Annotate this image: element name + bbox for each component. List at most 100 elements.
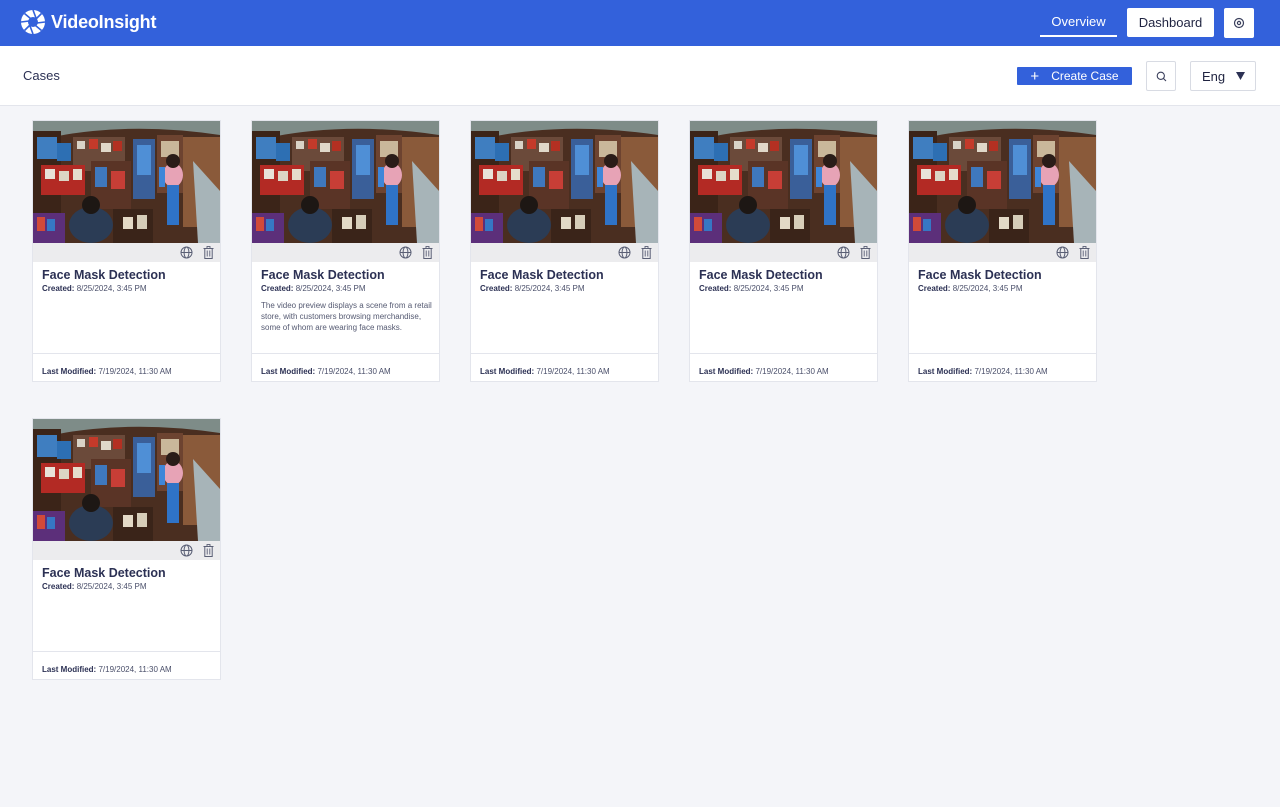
created-date: Created: 8/25/2024, 3:45 PM: [261, 284, 366, 293]
created-value: 8/25/2024, 3:45 PM: [514, 284, 585, 293]
card-actions: [909, 243, 1096, 262]
case-description: The video preview displays a scene from …: [261, 301, 432, 332]
trash-icon[interactable]: [860, 246, 871, 259]
trash-icon[interactable]: [641, 246, 652, 259]
created-date: Created: 8/25/2024, 3:45 PM: [918, 284, 1023, 293]
trash-icon[interactable]: [203, 246, 214, 259]
divider: [909, 353, 1096, 354]
app-name: VideoInsight: [51, 11, 157, 32]
language-value: Eng: [1202, 68, 1226, 84]
modified-label: Last Modified:: [42, 665, 97, 674]
trash-icon[interactable]: [422, 246, 433, 259]
modified-label: Last Modified:: [42, 367, 97, 376]
card-actions: [471, 243, 658, 262]
divider: [690, 353, 877, 354]
modified-value: 7/19/2024, 11:30 AM: [755, 367, 829, 376]
created-label: Created:: [261, 284, 294, 293]
last-modified-date: Last Modified: 7/19/2024, 11:30 AM: [918, 367, 1048, 376]
video-thumbnail[interactable]: [252, 121, 439, 243]
video-thumbnail[interactable]: [909, 121, 1096, 243]
create-case-button[interactable]: + Create Case: [1017, 67, 1132, 85]
page-title: Cases: [23, 68, 60, 83]
caret-down-icon: [1236, 72, 1245, 80]
modified-label: Last Modified:: [261, 367, 316, 376]
last-modified-date: Last Modified: 7/19/2024, 11:30 AM: [699, 367, 829, 376]
card-actions: [690, 243, 877, 262]
top-bar: VideoInsight Overview Dashboard: [0, 0, 1280, 46]
modified-label: Last Modified:: [699, 367, 754, 376]
tab-overview[interactable]: Overview: [1040, 8, 1117, 37]
plus-icon: +: [1030, 67, 1040, 85]
created-date: Created: 8/25/2024, 3:45 PM: [42, 582, 147, 591]
settings-icon: [1233, 17, 1245, 29]
case-card[interactable]: Face Mask Detection Created: 8/25/2024, …: [689, 120, 878, 382]
settings-button[interactable]: [1224, 8, 1254, 38]
case-title[interactable]: Face Mask Detection: [918, 268, 1042, 282]
divider: [33, 353, 220, 354]
created-label: Created:: [918, 284, 951, 293]
language-select[interactable]: Eng: [1190, 61, 1256, 91]
globe-icon[interactable]: [180, 544, 193, 557]
modified-value: 7/19/2024, 11:30 AM: [98, 665, 172, 674]
created-label: Created:: [42, 284, 75, 293]
case-title[interactable]: Face Mask Detection: [261, 268, 385, 282]
video-thumbnail[interactable]: [690, 121, 877, 243]
divider: [33, 651, 220, 652]
case-card[interactable]: Face Mask Detection Created: 8/25/2024, …: [251, 120, 440, 382]
globe-icon[interactable]: [837, 246, 850, 259]
store-scene-image: [252, 121, 439, 243]
trash-icon[interactable]: [203, 544, 214, 557]
divider: [252, 353, 439, 354]
modified-label: Last Modified:: [918, 367, 973, 376]
last-modified-date: Last Modified: 7/19/2024, 11:30 AM: [42, 665, 172, 674]
globe-icon[interactable]: [180, 246, 193, 259]
created-date: Created: 8/25/2024, 3:45 PM: [42, 284, 147, 293]
store-scene-image: [471, 121, 658, 243]
store-scene-image: [33, 121, 220, 243]
case-title[interactable]: Face Mask Detection: [699, 268, 823, 282]
store-scene-image: [33, 419, 220, 541]
created-label: Created:: [699, 284, 732, 293]
case-card[interactable]: Face Mask Detection Created: 8/25/2024, …: [470, 120, 659, 382]
case-card[interactable]: Face Mask Detection Created: 8/25/2024, …: [32, 418, 221, 680]
store-scene-image: [909, 121, 1096, 243]
case-title[interactable]: Face Mask Detection: [480, 268, 604, 282]
created-date: Created: 8/25/2024, 3:45 PM: [699, 284, 804, 293]
globe-icon[interactable]: [399, 246, 412, 259]
created-value: 8/25/2024, 3:45 PM: [76, 582, 147, 591]
divider: [471, 353, 658, 354]
globe-icon[interactable]: [1056, 246, 1069, 259]
modified-label: Last Modified:: [480, 367, 535, 376]
dashboard-button[interactable]: Dashboard: [1127, 8, 1214, 37]
card-actions: [33, 541, 220, 560]
aperture-logo-icon: [20, 9, 46, 35]
trash-icon[interactable]: [1079, 246, 1090, 259]
created-label: Created:: [480, 284, 513, 293]
created-value: 8/25/2024, 3:45 PM: [733, 284, 804, 293]
case-card[interactable]: Face Mask Detection Created: 8/25/2024, …: [908, 120, 1097, 382]
case-card[interactable]: Face Mask Detection Created: 8/25/2024, …: [32, 120, 221, 382]
search-button[interactable]: [1146, 61, 1176, 91]
last-modified-date: Last Modified: 7/19/2024, 11:30 AM: [42, 367, 172, 376]
created-value: 8/25/2024, 3:45 PM: [952, 284, 1023, 293]
logo[interactable]: VideoInsight: [20, 9, 156, 35]
store-scene-image: [690, 121, 877, 243]
modified-value: 7/19/2024, 11:30 AM: [536, 367, 610, 376]
modified-value: 7/19/2024, 11:30 AM: [317, 367, 391, 376]
page-header: Cases + Create Case Eng: [0, 46, 1280, 106]
search-icon: [1156, 71, 1166, 81]
created-value: 8/25/2024, 3:45 PM: [76, 284, 147, 293]
card-actions: [33, 243, 220, 262]
card-actions: [252, 243, 439, 262]
created-value: 8/25/2024, 3:45 PM: [295, 284, 366, 293]
modified-value: 7/19/2024, 11:30 AM: [98, 367, 172, 376]
created-date: Created: 8/25/2024, 3:45 PM: [480, 284, 585, 293]
case-title[interactable]: Face Mask Detection: [42, 566, 166, 580]
create-case-label: Create Case: [1051, 69, 1119, 83]
case-title[interactable]: Face Mask Detection: [42, 268, 166, 282]
video-thumbnail[interactable]: [471, 121, 658, 243]
last-modified-date: Last Modified: 7/19/2024, 11:30 AM: [261, 367, 391, 376]
video-thumbnail[interactable]: [33, 121, 220, 243]
globe-icon[interactable]: [618, 246, 631, 259]
video-thumbnail[interactable]: [33, 419, 220, 541]
